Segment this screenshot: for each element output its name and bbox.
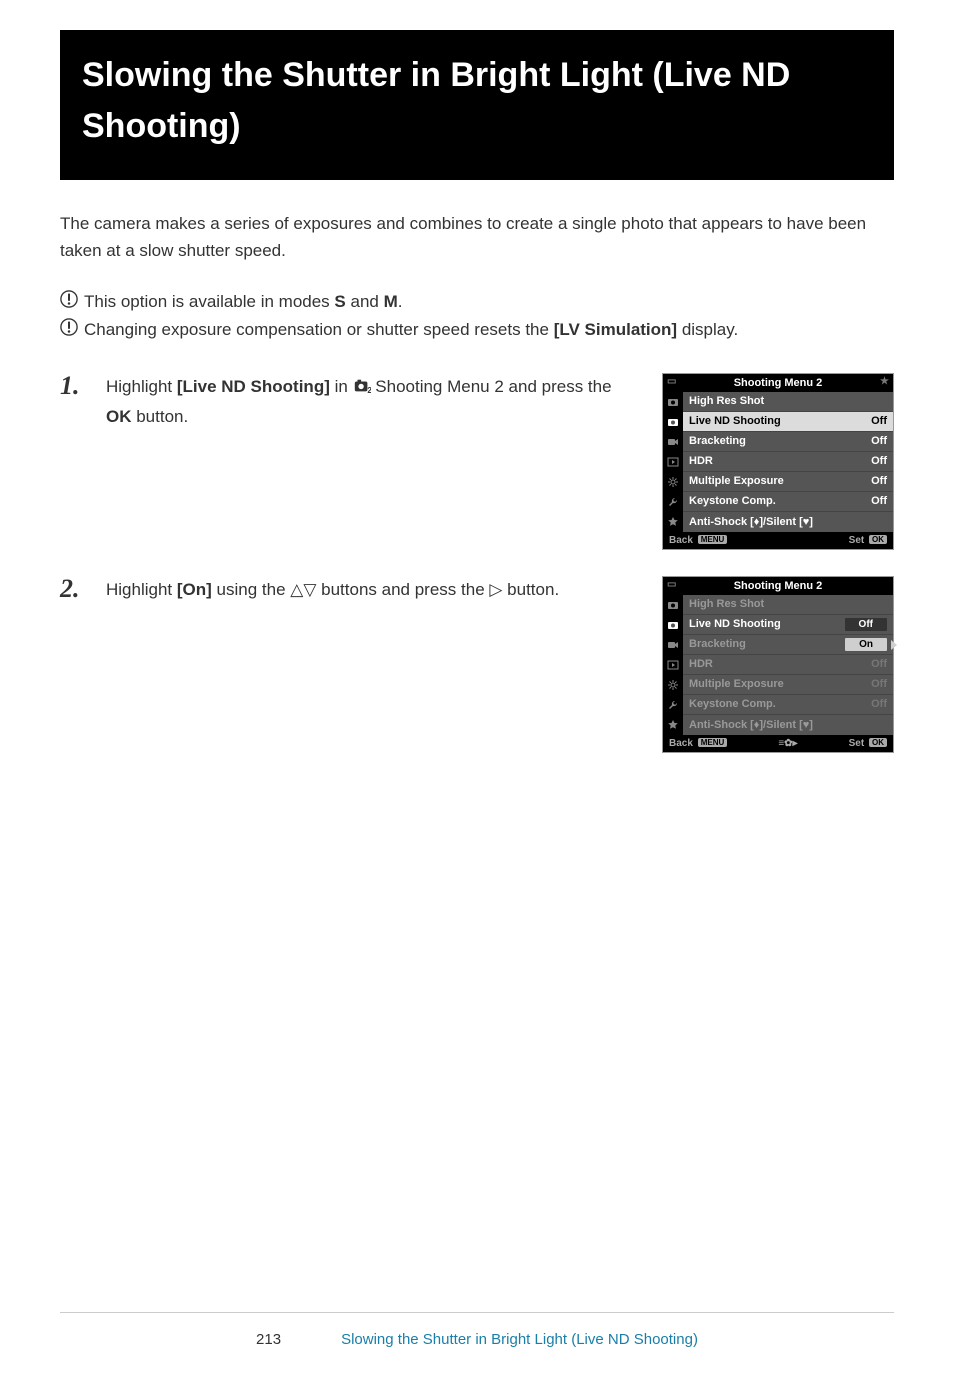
caution-icon — [60, 289, 78, 316]
menu-title: Shooting Menu 2 — [734, 580, 823, 592]
menu-footer: Back MENU Set OK — [663, 532, 893, 549]
menu-row: BracketingOff — [683, 432, 893, 452]
page-footer: 213 Slowing the Shutter in Bright Light … — [60, 1312, 894, 1348]
mode-m: M — [384, 292, 398, 311]
menu-items: High Res Shot Live ND ShootingOff Bracke… — [683, 392, 893, 532]
menu-row: Multiple ExposureOff — [683, 675, 893, 695]
playback-icon — [663, 655, 683, 675]
footer-link[interactable]: Slowing the Shutter in Bright Light (Liv… — [341, 1331, 698, 1348]
caution-item: Changing exposure compensation or shutte… — [60, 316, 894, 343]
menu-row-highlighted: Live ND ShootingOff — [683, 412, 893, 432]
value-box-selected: On — [845, 638, 887, 651]
step-number: 2. — [60, 576, 90, 602]
menu-screenshot-1: ▭ Shooting Menu 2 ★ High Res Shot Live N… — [662, 373, 894, 550]
mode-s: S — [334, 292, 345, 311]
menu-footer: Back MENU ≡✿▸ Set OK — [663, 735, 893, 752]
menu-screenshot-2: ▭ Shooting Menu 2 High Res Shot Live ND … — [662, 576, 894, 753]
menu-row: BracketingOn — [683, 635, 893, 655]
menu-row: High Res Shot — [683, 392, 893, 412]
page-title: Slowing the Shutter in Bright Light (Liv… — [82, 50, 872, 152]
step-1: 1. Highlight [Live ND Shooting] in 2 Sho… — [60, 373, 894, 550]
steps-list: 1. Highlight [Live ND Shooting] in 2 Sho… — [60, 373, 894, 753]
page-title-block: Slowing the Shutter in Bright Light (Liv… — [60, 30, 894, 180]
star-icon — [663, 512, 683, 532]
star-icon: ★ — [880, 376, 889, 387]
caution-list: This option is available in modes S and … — [60, 288, 894, 342]
menu-header-chip-icon: ▭ — [667, 579, 676, 590]
caution-item: This option is available in modes S and … — [60, 288, 894, 315]
menu-header: ▭ Shooting Menu 2 — [663, 577, 893, 595]
page-number: 213 — [256, 1331, 281, 1348]
gear-icon — [663, 472, 683, 492]
menu-row: Anti-Shock [♦]/Silent [♥] — [683, 512, 893, 532]
step-number: 1. — [60, 373, 90, 399]
step-text: Highlight [Live ND Shooting] in 2 Shooti… — [106, 373, 646, 430]
up-down-arrows-icon: △▽ — [290, 580, 316, 599]
video-icon — [663, 432, 683, 452]
menu-row: HDROff — [683, 655, 893, 675]
camera2-icon — [663, 412, 683, 432]
menu-sidebar — [663, 595, 683, 735]
shooting-menu-2-icon: 2 — [353, 376, 371, 403]
menu-header: ▭ Shooting Menu 2 ★ — [663, 374, 893, 392]
right-arrow-icon: ▷ — [489, 580, 502, 599]
wrench-icon — [663, 695, 683, 715]
camera2-icon — [663, 615, 683, 635]
menu-sidebar — [663, 392, 683, 532]
menu-row: High Res Shot — [683, 595, 893, 615]
lv-simulation-label: [LV Simulation] — [554, 320, 677, 339]
menu-tag: MENU — [698, 535, 728, 544]
ok-tag: OK — [869, 738, 887, 747]
camera1-icon — [663, 595, 683, 615]
star-icon — [663, 715, 683, 735]
caution-text: Changing exposure compensation or shutte… — [84, 320, 554, 339]
caution-icon — [60, 317, 78, 344]
video-icon — [663, 635, 683, 655]
footer-mid-icon: ≡✿▸ — [778, 738, 797, 749]
step-2: 2. Highlight [On] using the △▽ buttons a… — [60, 576, 894, 753]
menu-row: Multiple ExposureOff — [683, 472, 893, 492]
camera1-icon — [663, 392, 683, 412]
menu-row: HDROff — [683, 452, 893, 472]
ok-tag: OK — [869, 535, 887, 544]
intro-paragraph: The camera makes a series of exposures a… — [60, 210, 894, 264]
menu-title: Shooting Menu 2 — [734, 377, 823, 389]
menu-header-chip-icon: ▭ — [667, 376, 676, 387]
caution-text: This option is available in modes — [84, 292, 334, 311]
step-text: Highlight [On] using the △▽ buttons and … — [106, 576, 646, 603]
menu-items: High Res Shot Live ND ShootingOff Bracke… — [683, 595, 893, 735]
playback-icon — [663, 452, 683, 472]
value-box: Off — [845, 618, 887, 631]
menu-row: Live ND ShootingOff — [683, 615, 893, 635]
menu-row: Keystone Comp.Off — [683, 492, 893, 512]
gear-icon — [663, 675, 683, 695]
menu-row: Keystone Comp.Off — [683, 695, 893, 715]
menu-tag: MENU — [698, 738, 728, 747]
menu-row: Anti-Shock [♦]/Silent [♥] — [683, 715, 893, 735]
wrench-icon — [663, 492, 683, 512]
